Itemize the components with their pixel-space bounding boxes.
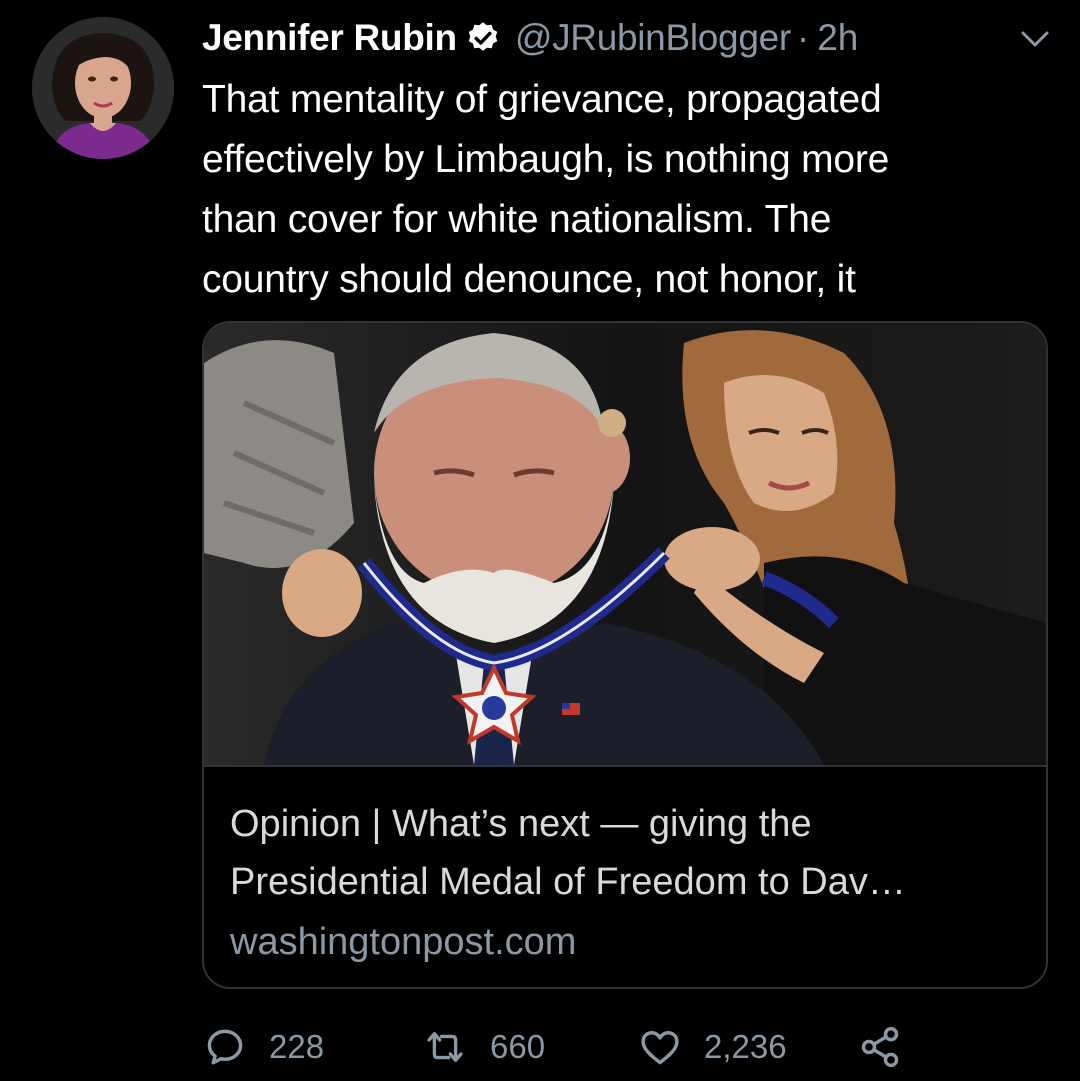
tweet-text-line: country should denounce, not honor, it — [202, 258, 856, 301]
card-title-line: Opinion | What’s next — giving the — [230, 803, 812, 845]
action-bar: 228 660 2,236 — [0, 1020, 1080, 1074]
tweet-text-line: That mentality of grievance, propagated — [202, 78, 882, 121]
tweet-text-line: effectively by Limbaugh, is nothing more — [202, 138, 890, 181]
avatar[interactable] — [32, 17, 174, 159]
heart-icon — [641, 1030, 679, 1065]
share-button[interactable] — [858, 1020, 902, 1074]
card-title[interactable]: Opinion | What’s next — giving the Presi… — [230, 795, 1030, 911]
card-title-line: Presidential Medal of Freedom to Dav… — [230, 861, 906, 903]
tweet[interactable]: Jennifer Rubin @JRubinBlogger · 2h That … — [0, 0, 1080, 1081]
tweet-text-line: than cover for white nationalism. The — [202, 198, 832, 241]
card-image[interactable] — [204, 323, 1046, 765]
tweet-timestamp[interactable]: 2h — [817, 17, 858, 59]
reply-icon — [207, 1029, 243, 1065]
verified-badge-icon — [465, 20, 501, 56]
medal-ceremony-photo-icon — [204, 323, 1046, 765]
retweet-button[interactable]: 660 — [422, 1020, 545, 1074]
separator-dot: · — [796, 17, 810, 58]
author-handle[interactable]: @JRubinBlogger — [515, 17, 791, 59]
author-name[interactable]: Jennifer Rubin — [202, 17, 457, 59]
profile-photo-icon — [32, 17, 174, 159]
retweet-count: 660 — [490, 1028, 546, 1065]
reply-count: 228 — [269, 1028, 325, 1065]
retweet-icon — [427, 1032, 463, 1062]
reply-button[interactable]: 228 — [203, 1020, 324, 1074]
link-card[interactable]: Opinion | What’s next — giving the Presi… — [202, 321, 1048, 989]
share-icon — [861, 1026, 899, 1068]
tweet-header: Jennifer Rubin @JRubinBlogger · 2h — [202, 12, 858, 64]
tweet-text: That mentality of grievance, propagated … — [202, 70, 1042, 310]
card-divider — [204, 765, 1046, 767]
like-count: 2,236 — [704, 1028, 787, 1065]
like-button[interactable]: 2,236 — [638, 1020, 787, 1074]
card-domain: washingtonpost.com — [230, 921, 577, 963]
chevron-down-icon[interactable] — [1018, 27, 1052, 51]
